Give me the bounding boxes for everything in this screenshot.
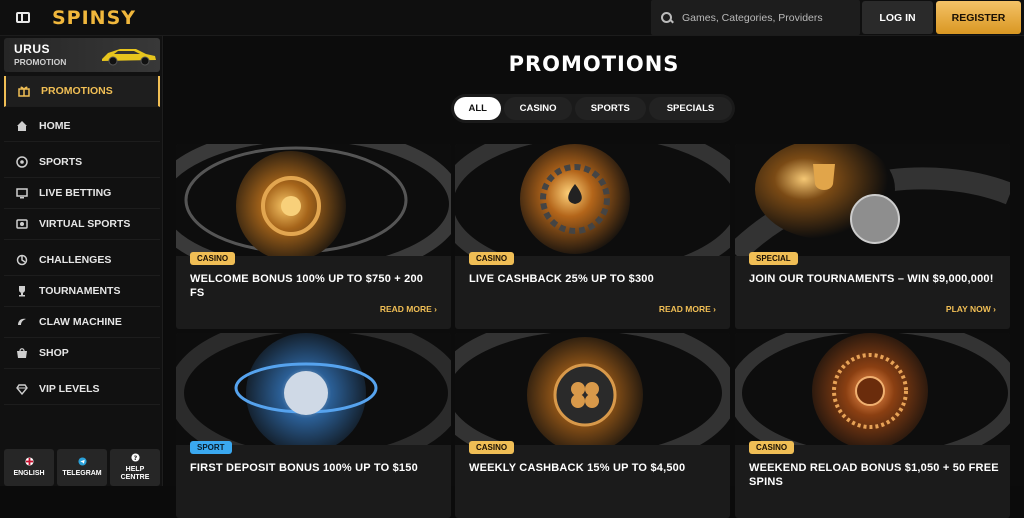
category-badge: SPECIAL (749, 252, 798, 265)
tab-specials[interactable]: SPECIALS (648, 97, 732, 120)
promo-title: WEEKEND RELOAD BONUS $1,050 + 50 FREE SP… (749, 462, 999, 488)
banner-title: URUS (14, 42, 51, 56)
promo-banner[interactable]: URUS PROMOTION (4, 38, 160, 72)
promo-title: FIRST DEPOSIT BONUS 100% UP TO $150 (190, 462, 418, 474)
main-content: PROMOTIONS ALL CASINO SPORTS SPECIALS CA… (164, 36, 1024, 518)
language-label: ENGLISH (13, 470, 45, 477)
sidebar-item-label: CLAW MACHINE (39, 316, 122, 328)
shop-icon (15, 346, 29, 360)
sidebar-toggle-icon[interactable] (16, 12, 30, 23)
search-box[interactable] (651, 0, 860, 35)
sidebar-item-label: TOURNAMENTS (39, 285, 121, 297)
chevron-right-icon: › (993, 304, 996, 314)
sports-icon (15, 155, 29, 169)
category-badge: SPORT (190, 441, 232, 454)
live-betting-icon (15, 186, 29, 200)
promo-title: WELCOME BONUS 100% UP TO $750 + 200 FS (190, 273, 424, 299)
sidebar-item-label: LIVE BETTING (39, 187, 112, 199)
sidebar-item-sports[interactable]: SPORTS (4, 147, 160, 178)
register-button[interactable]: REGISTER (936, 1, 1021, 34)
gift-icon (17, 84, 31, 98)
category-badge: CASINO (469, 441, 515, 454)
tab-sports[interactable]: SPORTS (574, 97, 646, 120)
sidebar-item-claw-machine[interactable]: CLAW MACHINE (4, 307, 160, 338)
language-button[interactable]: ENGLISH (4, 449, 54, 486)
help-centre-label: HELP CENTRE (120, 466, 150, 481)
promo-title: JOIN OUR TOURNAMENTS – WIN $9,000,000! (749, 273, 994, 285)
search-input[interactable] (682, 11, 852, 24)
telegram-button[interactable]: TELEGRAM (57, 449, 107, 486)
promo-card[interactable]: CASINO WEEKEND RELOAD BONUS $1,050 + 50 … (735, 333, 1010, 518)
tab-casino[interactable]: CASINO (504, 97, 572, 120)
sidebar-item-label: PROMOTIONS (41, 85, 113, 97)
diamond-icon (15, 382, 29, 396)
search-icon (661, 11, 673, 24)
login-button[interactable]: LOG IN (862, 1, 933, 34)
promo-card[interactable]: SPORT FIRST DEPOSIT BONUS 100% UP TO $15… (176, 333, 451, 518)
sidebar-item-label: SPORTS (39, 156, 83, 168)
svg-text:?: ? (133, 455, 137, 462)
help-centre-button[interactable]: ? HELP CENTRE (110, 449, 160, 486)
promo-art-image (455, 333, 730, 445)
sidebar: URUS PROMOTION PROMOTIONS HOME SPORTS LI… (0, 36, 163, 486)
page-title: PROMOTIONS (508, 52, 680, 76)
sidebar-item-label: SHOP (39, 347, 69, 359)
promo-title: LIVE CASHBACK 25% UP TO $300 (469, 273, 654, 285)
promo-art-image (735, 333, 1010, 445)
sidebar-item-shop[interactable]: SHOP (4, 338, 160, 369)
site-logo[interactable]: SPINSY (52, 7, 136, 29)
tab-all[interactable]: ALL (454, 97, 502, 120)
banner-subtitle: PROMOTION (14, 57, 67, 67)
sidebar-item-vip-levels[interactable]: VIP LEVELS (4, 374, 160, 405)
promo-card[interactable]: CASINO WELCOME BONUS 100% UP TO $750 + 2… (176, 144, 451, 329)
home-icon (15, 119, 29, 133)
category-badge: CASINO (190, 252, 236, 265)
telegram-icon (77, 457, 87, 467)
telegram-label: TELEGRAM (62, 470, 102, 477)
play-now-link[interactable]: PLAY NOW › (946, 304, 996, 314)
promo-art-image (176, 333, 451, 445)
trophy-icon (15, 284, 29, 298)
read-more-link[interactable]: READ MORE › (380, 304, 437, 314)
promo-card[interactable]: CASINO WEEKLY CASHBACK 15% UP TO $4,500 (455, 333, 730, 518)
sidebar-item-label: CHALLENGES (39, 254, 112, 266)
sidebar-item-label: HOME (39, 120, 71, 132)
sidebar-item-challenges[interactable]: CHALLENGES (4, 245, 160, 276)
chevron-right-icon: › (713, 304, 716, 314)
sidebar-item-promotions[interactable]: PROMOTIONS (4, 76, 160, 107)
top-bar: SPINSY LOG IN REGISTER (0, 0, 1024, 36)
challenges-icon (15, 253, 29, 267)
claw-icon (15, 315, 29, 329)
sidebar-item-virtual-sports[interactable]: VIRTUAL SPORTS (4, 209, 160, 240)
promo-art-image (735, 144, 1010, 256)
filter-tabs: ALL CASINO SPORTS SPECIALS (451, 94, 735, 123)
category-badge: CASINO (749, 441, 795, 454)
promo-art-image (176, 144, 451, 256)
virtual-sports-icon (15, 217, 29, 231)
car-image (102, 49, 156, 66)
chevron-right-icon: › (434, 304, 437, 314)
sidebar-item-label: VIRTUAL SPORTS (39, 218, 131, 230)
sidebar-item-home[interactable]: HOME (4, 111, 160, 142)
promo-card[interactable]: CASINO LIVE CASHBACK 25% UP TO $300 READ… (455, 144, 730, 329)
sidebar-item-tournaments[interactable]: TOURNAMENTS (4, 276, 160, 307)
read-more-link[interactable]: READ MORE › (659, 304, 716, 314)
category-badge: CASINO (469, 252, 515, 265)
promo-title: WEEKLY CASHBACK 15% UP TO $4,500 (469, 462, 686, 474)
promo-card[interactable]: SPECIAL JOIN OUR TOURNAMENTS – WIN $9,00… (735, 144, 1010, 329)
promo-art-image (455, 144, 730, 256)
sidebar-item-live-betting[interactable]: LIVE BETTING (4, 178, 160, 209)
sidebar-item-label: VIP LEVELS (39, 383, 100, 395)
help-icon: ? (130, 453, 140, 463)
flag-icon (24, 457, 34, 467)
